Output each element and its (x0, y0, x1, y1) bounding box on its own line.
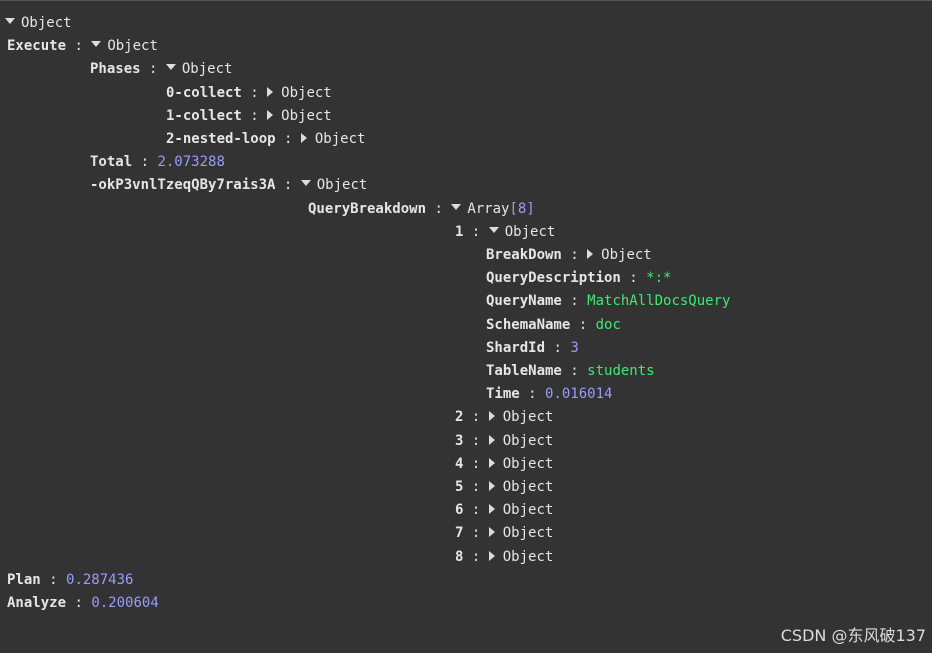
key-label: QueryDescription (486, 270, 621, 286)
triangle-right-icon[interactable] (488, 458, 495, 468)
tree-node-item[interactable]: 8 : Object (455, 546, 553, 568)
string-value: MatchAllDocsQuery (587, 293, 731, 309)
triangle-down-icon[interactable] (165, 64, 176, 70)
tree-node-item[interactable]: 6 : Object (455, 499, 553, 521)
triangle-right-icon[interactable] (267, 87, 274, 97)
triangle-right-icon[interactable] (488, 551, 495, 561)
key-label: Total (90, 154, 133, 170)
key-label: SchemaName (486, 317, 571, 333)
tree-leaf-table-name: TableName : students (486, 363, 655, 379)
tree-node-item-1[interactable]: 1 : Object (455, 221, 555, 243)
key-label: 0-collect (166, 85, 242, 101)
tree-node-item[interactable]: 3 : Object (455, 430, 553, 452)
triangle-right-icon[interactable] (488, 435, 495, 445)
key-label: TableName (486, 363, 562, 379)
triangle-right-icon[interactable] (488, 527, 495, 537)
triangle-right-icon[interactable] (488, 504, 495, 514)
tree-node-execute[interactable]: Execute : Object (7, 35, 158, 57)
number-value: 3 (570, 340, 579, 356)
number-value: 0.200604 (91, 595, 159, 611)
key-label: ShardId (486, 340, 546, 356)
tree-node-item[interactable]: 4 : Object (455, 453, 553, 475)
tree-node-phases[interactable]: Phases : Object (90, 58, 232, 80)
tree-root[interactable]: Object (5, 12, 72, 34)
tree-node-query-breakdown[interactable]: QueryBreakdown : Array[8] (308, 198, 535, 220)
triangle-right-icon[interactable] (267, 110, 274, 120)
triangle-down-icon[interactable] (5, 18, 15, 24)
tree-node-item[interactable]: 7 : Object (455, 522, 553, 544)
number-value: 0.287436 (66, 572, 134, 588)
key-label: QueryName (486, 293, 562, 309)
triangle-right-icon[interactable] (300, 133, 307, 143)
triangle-down-icon[interactable] (488, 227, 499, 233)
triangle-down-icon[interactable] (91, 41, 102, 47)
triangle-right-icon[interactable] (587, 249, 594, 259)
tree-leaf-query-description: QueryDescription : *:* (486, 270, 672, 286)
key-label: -okP3vnlTzeqQBy7rais3A (90, 177, 276, 193)
string-value: *:* (646, 270, 672, 286)
watermark: CSDN @东风破137 (780, 626, 926, 645)
key-label: Time (486, 386, 520, 402)
triangle-down-icon[interactable] (300, 180, 311, 186)
array-count: [8] (509, 201, 535, 217)
tree-node-item[interactable]: 5 : Object (455, 476, 553, 498)
triangle-right-icon[interactable] (488, 411, 495, 421)
string-value: students (587, 363, 655, 379)
key-label: QueryBreakdown (308, 201, 427, 217)
tree-node-phase-2-nested-loop[interactable]: 2-nested-loop : Object (166, 128, 365, 150)
triangle-down-icon[interactable] (451, 204, 462, 210)
key-label: BreakDown (486, 247, 562, 263)
key-label: Analyze (7, 595, 67, 611)
tree-node-node-id[interactable]: -okP3vnlTzeqQBy7rais3A : Object (90, 174, 367, 196)
string-value: doc (595, 317, 621, 333)
tree-node-item[interactable]: 2 : Object (455, 406, 553, 428)
number-value: 0.016014 (545, 386, 613, 402)
tree-leaf-query-name: QueryName : MatchAllDocsQuery (486, 293, 731, 309)
number-value: 2.073288 (157, 154, 225, 170)
triangle-right-icon[interactable] (488, 481, 495, 491)
tree-node-breakdown[interactable]: BreakDown : Object (486, 244, 652, 266)
key-label: 1-collect (166, 108, 242, 124)
top-border (0, 0, 932, 1)
key-label: 2-nested-loop (166, 131, 276, 147)
tree-node-phase-1-collect[interactable]: 1-collect : Object (166, 105, 332, 127)
tree-node-phase-0-collect[interactable]: 0-collect : Object (166, 82, 332, 104)
tree-leaf-shard-id: ShardId : 3 (486, 340, 579, 356)
key-label: Plan (7, 572, 41, 588)
key-label: Execute (7, 38, 67, 54)
tree-leaf-analyze: Analyze : 0.200604 (7, 595, 159, 611)
tree-leaf-plan: Plan : 0.287436 (7, 572, 134, 588)
tree-leaf-total: Total : 2.073288 (90, 154, 225, 170)
key-label: Phases (90, 61, 141, 77)
tree-leaf-schema-name: SchemaName : doc (486, 317, 621, 333)
tree-leaf-time: Time : 0.016014 (486, 386, 613, 402)
